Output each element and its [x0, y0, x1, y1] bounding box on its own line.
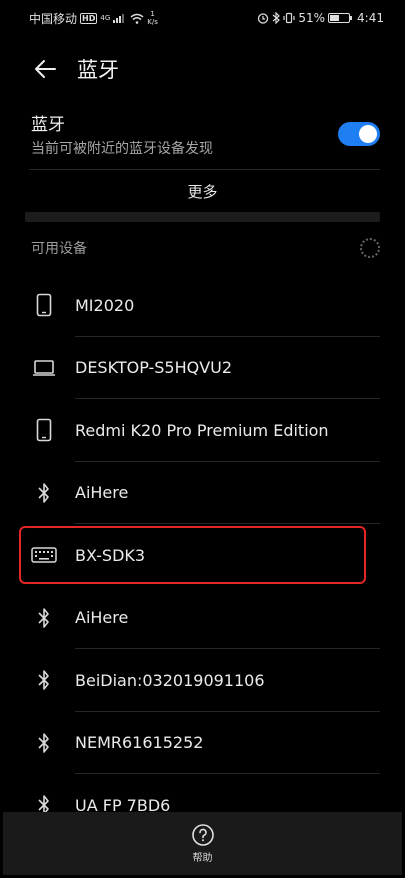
available-devices-title: 可用设备 — [31, 241, 87, 257]
bluetooth-toggle-row[interactable]: 蓝牙 当前可被附近的蓝牙设备发现 — [3, 105, 402, 163]
device-name: AiHere — [75, 483, 129, 503]
device-name: NEMR61615252 — [75, 733, 204, 753]
clock: 4:41 — [357, 11, 384, 25]
device-item[interactable]: Redmi K20 Pro Premium Edition — [3, 399, 402, 462]
bottom-bar: 帮助 — [3, 812, 402, 875]
device-item[interactable]: BX-SDK3 — [3, 524, 402, 587]
settings-screen: 中国移动 HD 4G 1 K/s 51% 4:41 蓝牙 蓝牙 当前可被附近的蓝… — [3, 3, 402, 875]
back-button[interactable] — [31, 55, 59, 83]
keyboard-icon — [31, 542, 57, 568]
phone-icon — [31, 417, 57, 443]
device-name: BeiDian:032019091106 — [75, 670, 265, 690]
device-item[interactable]: NEMR61615252 — [3, 712, 402, 774]
title-bar: 蓝牙 — [3, 33, 402, 105]
vibrate-icon — [283, 12, 295, 24]
hd-badge: HD — [80, 12, 98, 24]
bluetooth-switch[interactable] — [338, 122, 380, 146]
phone-icon — [31, 292, 57, 318]
highlight-box — [19, 526, 366, 584]
help-button[interactable]: 帮助 — [191, 823, 215, 864]
bluetooth-label: 蓝牙 — [31, 115, 65, 135]
status-bar: 中国移动 HD 4G 1 K/s 51% 4:41 — [3, 3, 402, 33]
available-devices-header: 可用设备 — [3, 222, 402, 274]
device-item[interactable]: AiHere — [3, 462, 402, 524]
more-button[interactable]: 更多 — [3, 170, 402, 212]
device-name: DESKTOP-S5HQVU2 — [75, 358, 233, 378]
network-speed: 1 K/s — [147, 10, 158, 26]
bluetooth-status-icon — [272, 12, 281, 24]
loading-spinner-icon — [360, 238, 380, 258]
battery-icon — [328, 13, 353, 23]
bluetooth-icon — [31, 730, 57, 756]
help-icon — [191, 824, 214, 846]
page-title: 蓝牙 — [77, 58, 119, 82]
help-label: 帮助 — [192, 853, 213, 864]
back-arrow-icon — [35, 60, 56, 78]
device-item[interactable]: BeiDian:032019091106 — [3, 649, 402, 712]
bluetooth-icon — [31, 480, 57, 506]
switch-knob — [359, 125, 377, 143]
bluetooth-subtitle: 当前可被附近的蓝牙设备发现 — [31, 141, 213, 157]
bluetooth-icon — [31, 605, 57, 631]
device-name: Redmi K20 Pro Premium Edition — [75, 420, 329, 440]
network-type: 4G — [100, 14, 111, 22]
battery-percent: 51% — [298, 11, 326, 25]
device-list: MI2020 DESKTOP-S5HQVU2 Redmi K20 Pro Premi… — [3, 274, 402, 837]
device-name: MI2020 — [75, 295, 135, 315]
device-item[interactable]: AiHere — [3, 587, 402, 649]
bluetooth-icon — [31, 667, 57, 693]
alarm-icon — [258, 13, 269, 24]
device-name: AiHere — [75, 608, 129, 628]
signal-icon — [113, 14, 125, 23]
device-name: BX-SDK3 — [75, 545, 146, 565]
device-item[interactable]: MI2020 — [3, 274, 402, 337]
section-gap — [25, 212, 380, 222]
device-item[interactable]: DESKTOP-S5HQVU2 — [3, 337, 402, 399]
wifi-icon — [130, 13, 144, 24]
carrier-label: 中国移动 — [29, 11, 78, 26]
laptop-icon — [31, 355, 57, 381]
